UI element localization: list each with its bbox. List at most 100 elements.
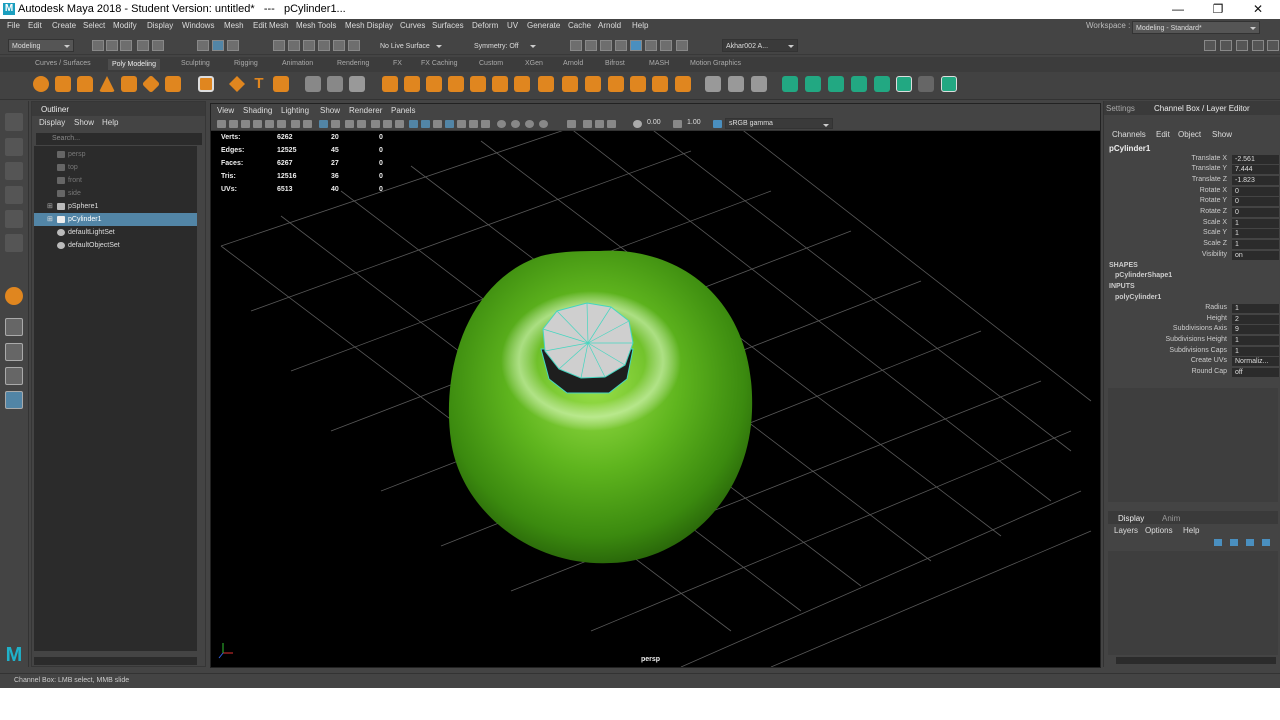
arnold-ipr-icon[interactable] bbox=[660, 40, 672, 51]
target-weld-icon[interactable] bbox=[728, 76, 744, 92]
menu-cache[interactable]: Cache bbox=[568, 21, 591, 30]
attribute-value[interactable]: -2.561 bbox=[1232, 155, 1279, 164]
shelf-tab-xgen[interactable]: XGen bbox=[525, 60, 543, 67]
viewport-menu-view[interactable]: View bbox=[217, 106, 234, 115]
menu-windows[interactable]: Windows bbox=[182, 21, 214, 30]
channel-box-toggle-icon[interactable] bbox=[1267, 40, 1279, 51]
persp-outliner-icon[interactable] bbox=[5, 391, 23, 409]
attribute-value[interactable]: 1 bbox=[1232, 347, 1279, 356]
modeling-toolkit-shelf-icon[interactable] bbox=[782, 76, 798, 92]
depth-of-field-icon[interactable] bbox=[583, 120, 592, 128]
paint-select-icon[interactable] bbox=[5, 162, 23, 180]
multi-cut-icon[interactable] bbox=[705, 76, 721, 92]
image-plane-icon[interactable] bbox=[253, 120, 262, 128]
layer-move-down-icon[interactable] bbox=[1230, 539, 1238, 546]
render-view-icon[interactable] bbox=[570, 40, 582, 51]
menu-modify[interactable]: Modify bbox=[113, 21, 137, 30]
outliner-search-input[interactable]: Search... bbox=[36, 133, 202, 145]
attribute-editor-icon[interactable] bbox=[1236, 40, 1248, 51]
attribute-row[interactable]: Translate Y 7.444 bbox=[1104, 165, 1280, 175]
rotate-tool-icon[interactable] bbox=[5, 210, 23, 228]
modeling-toolkit-icon[interactable] bbox=[1220, 40, 1232, 51]
menu-help[interactable]: Help bbox=[632, 21, 648, 30]
shelf-tab-poly-modeling[interactable]: Poly Modeling bbox=[108, 59, 160, 70]
symmetry-icon[interactable] bbox=[918, 76, 934, 92]
freeze-icon[interactable] bbox=[941, 76, 957, 92]
xray-components-icon[interactable] bbox=[539, 120, 548, 128]
outliner-menu-show[interactable]: Show bbox=[74, 118, 94, 127]
attribute-value[interactable]: off bbox=[1232, 368, 1279, 377]
poly-sphere-icon[interactable] bbox=[33, 76, 49, 92]
color-space-dropdown[interactable]: sRGB gamma bbox=[725, 118, 833, 129]
isolate-select-icon[interactable] bbox=[497, 120, 506, 128]
render-frame-icon[interactable] bbox=[585, 40, 597, 51]
safe-title-icon[interactable] bbox=[395, 120, 404, 128]
viewport-menu-shading[interactable]: Shading bbox=[243, 106, 272, 115]
menu-display[interactable]: Display bbox=[147, 21, 173, 30]
attribute-row[interactable]: Rotate Y0 bbox=[1104, 197, 1280, 207]
shelf-tab-fx[interactable]: FX bbox=[393, 60, 402, 67]
ipr-render-icon[interactable] bbox=[600, 40, 612, 51]
menu-file[interactable]: File bbox=[7, 21, 20, 30]
wireframe-icon[interactable] bbox=[319, 120, 328, 128]
gamma-value[interactable]: 1.00 bbox=[687, 119, 701, 126]
attribute-value[interactable]: 7.444 bbox=[1232, 165, 1279, 174]
render-settings-icon[interactable] bbox=[615, 40, 627, 51]
options-menu[interactable]: Options bbox=[1145, 526, 1173, 535]
attribute-value[interactable]: 0 bbox=[1232, 208, 1279, 217]
menu-uv[interactable]: UV bbox=[507, 21, 518, 30]
anti-aliasing-icon[interactable] bbox=[481, 120, 490, 128]
attribute-row[interactable]: Subdivisions Caps 1 bbox=[1104, 347, 1280, 357]
list-item[interactable]: front bbox=[34, 174, 197, 187]
tab-settings[interactable]: Settings bbox=[1106, 104, 1135, 113]
snap-grid-icon[interactable] bbox=[273, 40, 285, 51]
tab-anim-layers[interactable]: Anim bbox=[1162, 514, 1180, 523]
combine-icon[interactable] bbox=[305, 76, 321, 92]
attribute-row[interactable]: Radius 1 bbox=[1104, 304, 1280, 314]
connect-icon[interactable] bbox=[751, 76, 767, 92]
attribute-value[interactable]: 0 bbox=[1232, 187, 1279, 196]
persp-viewport[interactable]: View Shading Lighting Show Renderer Pane… bbox=[210, 103, 1101, 668]
fill-hole-icon[interactable] bbox=[470, 76, 486, 92]
menu-mesh[interactable]: Mesh bbox=[224, 21, 244, 30]
retopo-icon[interactable] bbox=[608, 76, 624, 92]
shadows-icon[interactable] bbox=[445, 120, 454, 128]
select-arrow-icon[interactable] bbox=[5, 113, 23, 131]
safe-action-icon[interactable] bbox=[383, 120, 392, 128]
close-button[interactable]: ✕ bbox=[1248, 2, 1268, 16]
move-tool-icon[interactable] bbox=[5, 186, 23, 204]
shelf-tab-motion-graphics[interactable]: Motion Graphics bbox=[690, 60, 741, 67]
attribute-row[interactable]: Rotate X0 bbox=[1104, 187, 1280, 197]
expand-icon[interactable]: ⊞ bbox=[47, 200, 53, 213]
poly-disc-icon[interactable] bbox=[165, 76, 181, 92]
list-item[interactable]: defaultLightSet bbox=[34, 226, 197, 239]
quadrangulate-icon[interactable] bbox=[652, 76, 668, 92]
grid-icon[interactable] bbox=[291, 120, 300, 128]
list-item[interactable]: persp bbox=[34, 148, 197, 161]
attribute-value[interactable]: on bbox=[1232, 251, 1279, 260]
shelf-tab-arnold[interactable]: Arnold bbox=[563, 60, 583, 67]
snap-curve-icon[interactable] bbox=[288, 40, 300, 51]
list-item[interactable]: ⊞ pCylinder1 bbox=[34, 213, 197, 226]
attribute-value[interactable]: 2 bbox=[1232, 315, 1279, 324]
attribute-value[interactable]: 1 bbox=[1232, 229, 1279, 238]
snap-view-icon[interactable] bbox=[318, 40, 330, 51]
uv-editor-icon[interactable] bbox=[675, 76, 691, 92]
slide-edge-icon[interactable] bbox=[874, 76, 890, 92]
attribute-row[interactable]: Scale Z1 bbox=[1104, 240, 1280, 250]
menu-edit[interactable]: Edit bbox=[28, 21, 42, 30]
bookmark-icon[interactable] bbox=[241, 120, 250, 128]
color-management-icon[interactable] bbox=[713, 120, 722, 128]
pause-ipr-icon[interactable] bbox=[676, 40, 688, 51]
shelf-tab-rendering[interactable]: Rendering bbox=[337, 60, 369, 67]
shelf-tab-curves-surfaces[interactable]: Curves / Surfaces bbox=[35, 60, 91, 67]
redo-icon[interactable] bbox=[152, 40, 164, 51]
remesh-icon[interactable] bbox=[585, 76, 601, 92]
wireframe-on-shaded-icon[interactable] bbox=[409, 120, 418, 128]
poly-type-icon[interactable]: T bbox=[251, 76, 267, 92]
bevel-icon[interactable] bbox=[426, 76, 442, 92]
attribute-value[interactable]: 1 bbox=[1232, 240, 1279, 249]
menu-deform[interactable]: Deform bbox=[472, 21, 498, 30]
new-scene-icon[interactable] bbox=[92, 40, 104, 51]
list-item[interactable]: defaultObjectSet bbox=[34, 239, 197, 252]
